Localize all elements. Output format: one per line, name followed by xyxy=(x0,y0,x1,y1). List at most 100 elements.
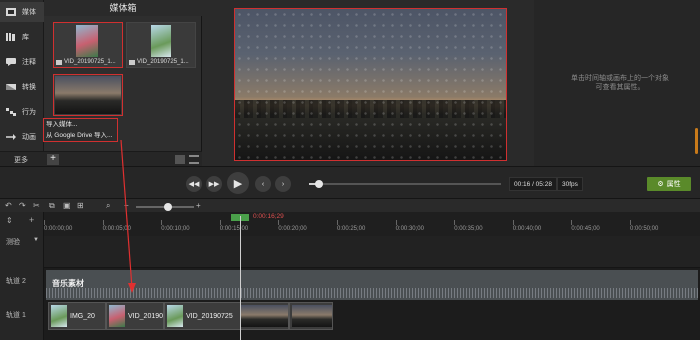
time-display: 00:16 / 05:28 xyxy=(509,177,557,191)
import-context-menu: 导入媒体... 从 Google Drive 导入... xyxy=(43,118,118,142)
media-item[interactable]: VID_20190725_1... xyxy=(126,22,196,68)
left-tool-strip: 媒体 库 注释 转换 行为 动画 xyxy=(0,0,44,166)
split-icon[interactable]: ⊞ xyxy=(77,201,84,210)
ruler-tick: 0:00:00;00 xyxy=(44,220,73,232)
playback-bar: ◀◀ ▶▶ ▶ ‹ › 00:16 / 05:28 30fps ⚙ 属性 xyxy=(0,166,700,198)
sidebar-item-label: 注释 xyxy=(22,59,36,66)
play-icon: ▶ xyxy=(233,177,243,190)
ruler-tick: 0:00:45;00 xyxy=(571,220,600,232)
media-thumbnail xyxy=(76,25,98,57)
media-item[interactable] xyxy=(53,74,123,116)
video-clip[interactable]: IMG_20 xyxy=(48,302,106,330)
properties-panel: 单击时间轴或画布上的一个对象 可查看其属性。 xyxy=(534,0,700,166)
paste-icon[interactable]: ▣ xyxy=(63,201,71,210)
quiz-track[interactable] xyxy=(44,236,700,268)
seek-slider[interactable] xyxy=(309,180,501,188)
clip-thumbnail xyxy=(109,305,125,327)
ruler-tick: 0:00:50;00 xyxy=(630,220,659,232)
sidebar-item-media[interactable]: 媒体 xyxy=(0,2,44,22)
redo-icon[interactable]: ↷ xyxy=(19,201,26,210)
zoom-handle[interactable] xyxy=(163,203,172,211)
behavior-icon xyxy=(6,108,16,116)
step-back-icon: ◀◀ xyxy=(188,181,200,188)
sidebar-item-label: 转换 xyxy=(22,84,36,91)
sidebar-item-transitions[interactable]: 转换 xyxy=(0,77,44,97)
zoom-out-button[interactable]: − xyxy=(124,201,129,210)
properties-scrollbar[interactable] xyxy=(695,128,698,154)
ruler-tick: 0:00:35;00 xyxy=(454,220,483,232)
properties-hint-line: 可查看其属性。 xyxy=(595,84,645,91)
media-bin-title: 媒体箱 xyxy=(44,0,202,16)
track-headers: ⇕ + 测验 ▼ 轨道 2 轨道 1 xyxy=(0,212,44,340)
copy-icon[interactable]: ⧉ xyxy=(49,201,55,211)
sidebar-item-behaviors[interactable]: 行为 xyxy=(0,102,44,122)
grid-view-icon[interactable] xyxy=(175,155,185,164)
collapse-icon[interactable]: ⇕ xyxy=(6,216,13,225)
step-forward-icon: ▶▶ xyxy=(208,181,220,188)
media-caption: VID_20190725_1... xyxy=(56,59,116,65)
timeline-toolbar: ↶ ↷ ✂ ⧉ ▣ ⊞ ⌕ − + xyxy=(0,198,700,212)
clip-thumbnail xyxy=(292,305,332,327)
chevron-down-icon[interactable]: ▼ xyxy=(33,237,39,243)
sidebar-item-annotations[interactable]: 注释 xyxy=(0,52,44,72)
annotation-icon xyxy=(6,58,16,66)
clip-label: VID_20190725 xyxy=(186,312,233,320)
undo-icon[interactable]: ↶ xyxy=(5,201,12,210)
quiz-header-label[interactable]: 测验 xyxy=(6,237,20,247)
film-icon xyxy=(129,59,135,65)
video-clip[interactable] xyxy=(289,302,333,330)
next-button[interactable]: › xyxy=(275,176,291,192)
track-label: 轨道 1 xyxy=(6,312,26,319)
sidebar-item-animations[interactable]: 动画 xyxy=(0,127,44,147)
add-media-button[interactable]: + xyxy=(47,154,59,165)
ruler-tick: 0:00:25;00 xyxy=(337,220,366,232)
media-caption-text: VID_20190725_1... xyxy=(137,59,189,65)
menu-item-import-google-drive[interactable]: 从 Google Drive 导入... xyxy=(44,130,117,141)
media-item[interactable]: VID_20190725_1... xyxy=(53,22,123,68)
zoom-slider[interactable] xyxy=(136,203,194,211)
sidebar-item-label: 库 xyxy=(22,34,29,41)
sidebar-item-library[interactable]: 库 xyxy=(0,27,44,47)
video-clip[interactable]: VID_20190 xyxy=(106,302,164,330)
clip-thumbnail xyxy=(241,305,288,327)
film-icon xyxy=(56,59,62,65)
properties-button[interactable]: ⚙ 属性 xyxy=(647,177,691,191)
seek-handle[interactable] xyxy=(314,180,323,188)
sidebar-item-label: 行为 xyxy=(22,109,36,116)
fps-display: 30fps xyxy=(557,177,583,191)
properties-hint-line: 单击时间轴或画布上的一个对象 xyxy=(571,75,669,82)
audio-clip[interactable]: 音乐素材 xyxy=(46,270,698,300)
timeline-ruler[interactable]: 0:00:16;29 0:00:00;00 0:00:05;00 0:00:10;0… xyxy=(44,212,700,236)
previous-button[interactable]: ‹ xyxy=(255,176,271,192)
properties-hint: 单击时间轴或画布上的一个对象 可查看其属性。 xyxy=(560,74,680,92)
audio-waveform xyxy=(46,288,698,298)
media-thumbnail xyxy=(55,76,121,114)
add-track-button[interactable]: + xyxy=(29,215,34,225)
menu-item-import-media[interactable]: 导入媒体... xyxy=(44,119,117,130)
chevron-left-icon: ‹ xyxy=(261,180,265,188)
playhead-time: 0:00:16;29 xyxy=(253,213,284,220)
more-button[interactable]: 更多 xyxy=(14,155,28,165)
zoom-in-button[interactable]: + xyxy=(196,201,201,210)
preview-raindrops xyxy=(235,9,506,160)
canvas-preview[interactable] xyxy=(234,8,507,161)
timeline-tracks: 音乐素材 IMG_20 VID_20190 VID_20190725 xyxy=(44,236,700,340)
step-back-button[interactable]: ◀◀ xyxy=(186,176,202,192)
gear-icon: ⚙ xyxy=(657,181,664,188)
list-view-icon[interactable] xyxy=(189,155,199,164)
cut-icon[interactable]: ✂ xyxy=(33,201,40,210)
media-caption-text: VID_20190725_1... xyxy=(64,59,116,65)
step-forward-button[interactable]: ▶▶ xyxy=(206,176,222,192)
clip-label: VID_20190 xyxy=(128,312,164,320)
zoom-search-icon[interactable]: ⌕ xyxy=(106,201,110,211)
video-clip[interactable]: VID_20190725 xyxy=(164,302,289,330)
ruler-tick: 0:00:10;00 xyxy=(161,220,190,232)
animation-icon xyxy=(6,134,16,140)
sidebar-item-label: 媒体 xyxy=(22,9,36,16)
play-button[interactable]: ▶ xyxy=(227,172,249,194)
chevron-right-icon: › xyxy=(281,180,285,188)
ruler-tick: 0:00:05;00 xyxy=(102,220,131,232)
clip-thumbnail xyxy=(51,305,67,327)
playhead-line xyxy=(240,216,241,340)
transition-icon xyxy=(6,84,16,90)
